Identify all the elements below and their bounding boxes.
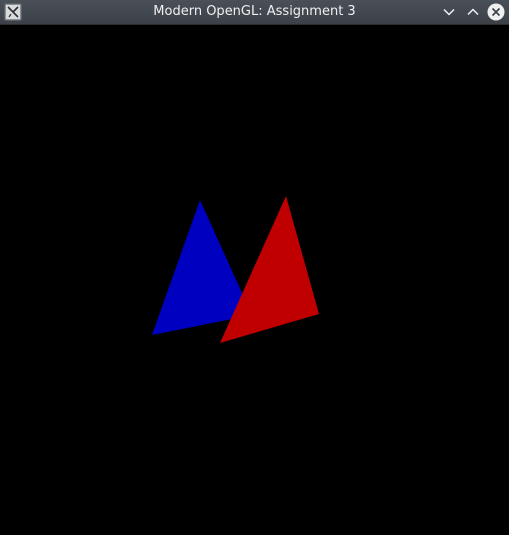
app-window: Modern OpenGL: Assignment 3 [0,0,509,535]
window-title: Modern OpenGL: Assignment 3 [153,4,356,19]
chevron-up-icon [467,8,479,16]
chevron-down-icon [443,8,455,16]
minimize-button[interactable] [440,3,458,21]
app-icon[interactable] [4,3,22,21]
maximize-button[interactable] [464,3,482,21]
opengl-canvas[interactable] [0,25,509,535]
title-bar[interactable]: Modern OpenGL: Assignment 3 [0,0,509,25]
close-button[interactable] [487,3,505,21]
scene [0,25,509,535]
close-icon [487,3,505,21]
